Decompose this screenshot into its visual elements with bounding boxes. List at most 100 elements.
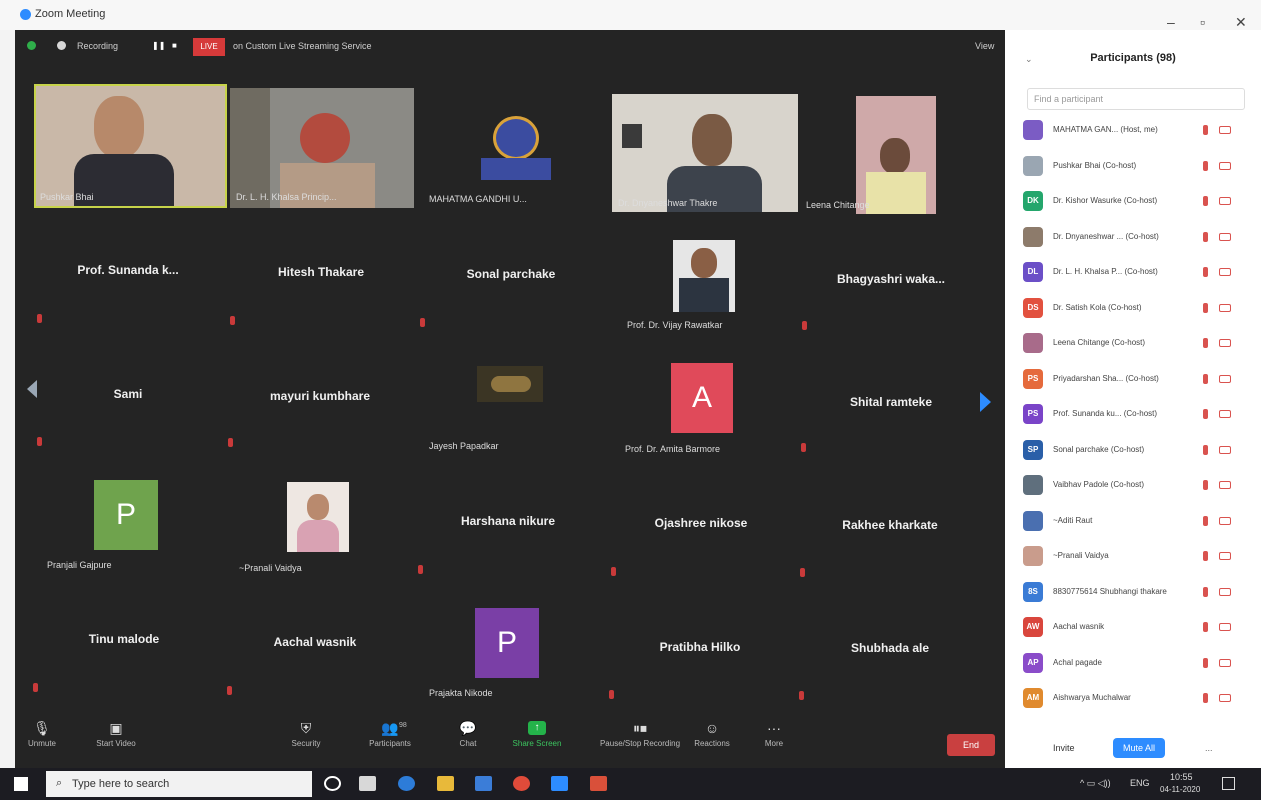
participant-name[interactable]: Tinu malode (29, 632, 219, 646)
video-tile-vijay[interactable] (673, 240, 735, 312)
participant-name[interactable]: Prof. Sunanda k... (33, 263, 223, 277)
clock-date[interactable]: 04-11-2020 (1160, 785, 1200, 794)
participant-name[interactable]: Ojashree nikose (606, 516, 796, 530)
invite-button[interactable]: Invite (1043, 738, 1085, 758)
video-tile-pushkar[interactable]: Pushkar Bhai (34, 84, 227, 208)
pause-recording-icon[interactable]: ❚❚ (152, 41, 165, 50)
camera-icon (1219, 161, 1231, 170)
camera-icon (1219, 410, 1231, 418)
participant-row[interactable]: AW Aachal wasnik (1023, 615, 1253, 643)
zoom-taskbar-icon[interactable] (551, 776, 568, 791)
file-explorer-icon[interactable] (437, 776, 454, 791)
participant-row[interactable]: MAHATMA GAN... (Host, me) (1023, 118, 1253, 146)
participant-row[interactable]: DL Dr. L. H. Khalsa P... (Co-host) (1023, 260, 1253, 288)
next-page-icon[interactable] (980, 392, 991, 412)
end-button[interactable]: End (947, 734, 995, 756)
close-icon[interactable]: ✕ (1235, 14, 1247, 31)
title-bar: Zoom Meeting – ▫ ✕ (0, 0, 1261, 30)
participant-name[interactable]: Shital ramteke (796, 395, 986, 409)
participant-row[interactable]: SP Sonal parchake (Co-host) (1023, 438, 1253, 466)
participant-name: ~Aditi Raut (1053, 515, 1093, 525)
stream-label[interactable]: on Custom Live Streaming Service (233, 41, 372, 51)
participant-name[interactable]: Bhagyashri waka... (796, 272, 986, 286)
participant-row[interactable]: PS Prof. Sunanda ku... (Co-host) (1023, 402, 1253, 430)
tile-name: Pranjali Gajpure (47, 560, 112, 570)
participant-row[interactable]: AP Achal pagade (1023, 651, 1253, 679)
participant-name[interactable]: Rakhee kharkate (795, 518, 985, 532)
reactions-icon: ☺ (704, 720, 720, 736)
minimize-icon[interactable]: – (1167, 14, 1175, 30)
participants-count: 98 (399, 722, 407, 729)
participant-name: ~Pranali Vaidya (1053, 551, 1109, 560)
task-view-icon[interactable] (359, 776, 376, 791)
participant-row[interactable]: DS Dr. Satish Kola (Co-host) (1023, 296, 1253, 324)
tile-name: Dr. L. H. Khalsa Princip... (236, 192, 337, 202)
participant-name[interactable]: Sonal parchake (416, 267, 606, 281)
participant-row[interactable]: PS Priyadarshan Sha... (Co-host) (1023, 367, 1253, 395)
tile-name: Prof. Dr. Vijay Rawatkar (627, 320, 723, 330)
video-tile-mahatma-gandhi[interactable]: MAHATMA GANDHI U... (423, 88, 607, 208)
participant-name[interactable]: mayuri kumbhare (225, 389, 415, 403)
participant-row[interactable]: Leena Chitange (Co-host) (1023, 331, 1253, 359)
live-badge[interactable]: LIVE (193, 38, 225, 56)
powerpoint-icon[interactable] (590, 776, 607, 791)
language-indicator[interactable]: ENG (1130, 778, 1150, 788)
tray-icons[interactable]: ^ ▭ ◁)) (1080, 778, 1111, 789)
cortana-icon[interactable] (324, 776, 341, 791)
mail-icon[interactable] (475, 776, 492, 791)
participant-row[interactable]: ~Aditi Raut (1023, 509, 1253, 537)
notifications-icon[interactable] (1222, 777, 1235, 790)
participant-avatar: SP (1023, 439, 1043, 460)
pause-stop-icon: ⏸⏹ (633, 720, 647, 736)
start-video-button[interactable]: ▣ Start Video (71, 715, 161, 748)
stop-recording-icon[interactable]: ■ (172, 41, 177, 50)
view-button[interactable]: View (975, 41, 994, 51)
search-icon: ⌕ (56, 777, 63, 789)
share-screen-button[interactable]: ↑ Share Screen (492, 715, 582, 748)
security-button[interactable]: ⛨ Security (261, 715, 351, 748)
participant-row[interactable]: ~Pranali Vaidya (1023, 544, 1253, 572)
video-tile-dnyaneshwar[interactable]: Dr. Dnyaneshwar Thakre (612, 94, 798, 212)
video-tile-pranali[interactable] (287, 482, 349, 552)
camera-off-icon: ▣ (109, 720, 123, 736)
chrome-icon[interactable] (513, 776, 530, 791)
participant-name: Aachal wasnik (1053, 622, 1105, 631)
participant-row[interactable]: Vaibhav Padole (Co-host) (1023, 473, 1253, 501)
participant-name: Leena Chitange (Co-host) (1053, 338, 1146, 347)
video-tile-jayesh[interactable] (477, 366, 543, 402)
participant-name[interactable]: Sami (33, 387, 223, 401)
participant-row[interactable]: 8S 8830775614 Shubhangi thakare (1023, 580, 1253, 608)
find-participant-input[interactable]: Find a participant (1027, 88, 1245, 110)
participant-name[interactable]: Pratibha Hilko (605, 640, 795, 654)
windows-start-icon[interactable] (14, 777, 28, 791)
participant-row[interactable]: DK Dr. Kishor Wasurke (Co-host) (1023, 189, 1253, 217)
participant-name[interactable]: Hitesh Thakare (226, 265, 416, 279)
video-tile-khalsa[interactable]: Dr. L. H. Khalsa Princip... (230, 88, 414, 208)
participant-name[interactable]: Aachal wasnik (220, 635, 410, 649)
mute-all-button[interactable]: Mute All (1113, 738, 1166, 758)
participant-row[interactable]: Pushkar Bhai (Co-host) (1023, 154, 1253, 182)
muted-mic-icon (1203, 622, 1208, 632)
participant-row[interactable]: AM Aishwarya Muchalwar (1023, 686, 1253, 714)
video-tile-leena[interactable]: Leena Chitange (802, 94, 992, 214)
participants-button[interactable]: 👥 Participants (345, 715, 435, 748)
edge-browser-icon[interactable] (398, 776, 415, 791)
restore-icon[interactable]: ▫ (1200, 14, 1205, 30)
more-options-button[interactable]: ... (1195, 738, 1223, 758)
encryption-shield-icon[interactable] (27, 41, 36, 50)
more-button[interactable]: ··· More (729, 715, 819, 748)
recording-dot-icon (57, 41, 66, 50)
person-face (692, 114, 732, 166)
participant-name: Pushkar Bhai (Co-host) (1053, 160, 1137, 170)
muted-mic-icon (37, 314, 42, 323)
avatar-pranjali: P (94, 480, 158, 550)
taskbar-search-input[interactable]: Type here to search (46, 771, 312, 797)
participant-avatar: AM (1023, 688, 1043, 708)
participant-name: Achal pagade (1053, 657, 1102, 667)
participant-name[interactable]: Harshana nikure (413, 514, 603, 528)
camera-icon (1219, 126, 1231, 134)
participant-name[interactable]: Shubhada ale (795, 641, 985, 655)
clock-time[interactable]: 10:55 (1170, 772, 1193, 782)
participant-row[interactable]: Dr. Dnyaneshwar ... (Co-host) (1023, 225, 1253, 253)
camera-icon (1219, 552, 1231, 560)
